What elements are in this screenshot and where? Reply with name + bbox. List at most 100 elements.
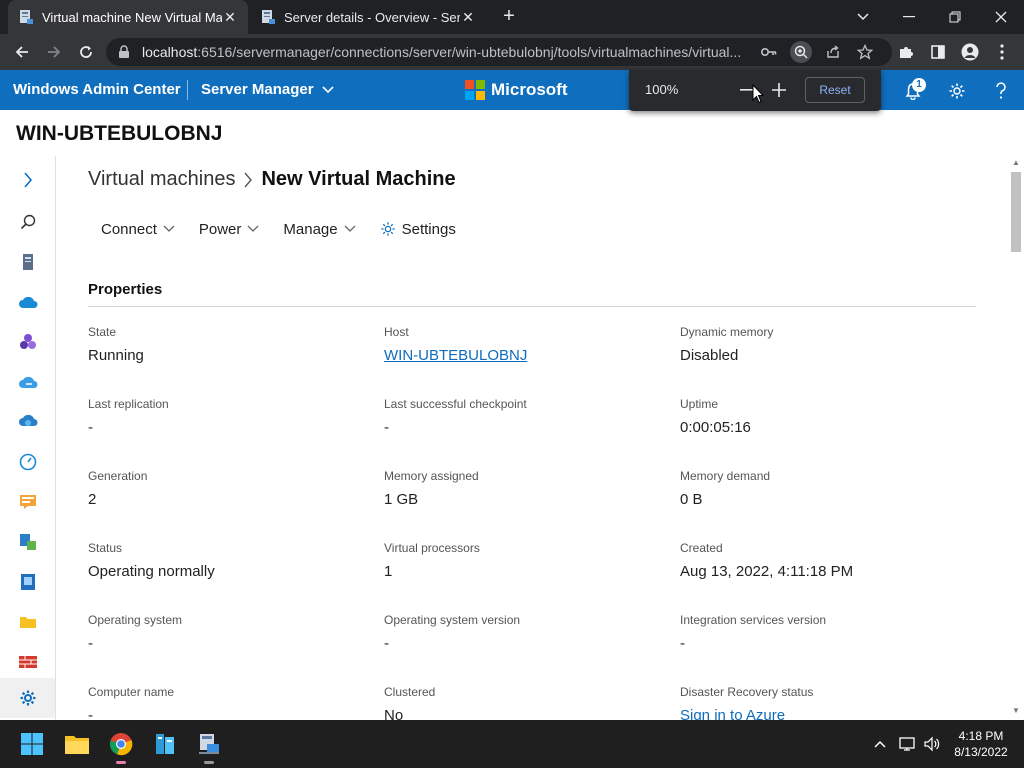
property-computer-name: Computer name - bbox=[88, 685, 175, 724]
breadcrumb-current: New Virtual Machine bbox=[261, 168, 456, 190]
tab-close-icon[interactable]: ✕ bbox=[460, 9, 476, 26]
close-window-button[interactable] bbox=[978, 0, 1024, 34]
server-manager-icon bbox=[156, 734, 174, 754]
browser-toolbar: localhost:6516/servermanager/connections… bbox=[0, 34, 1024, 70]
new-tab-button[interactable]: + bbox=[498, 5, 520, 27]
search-tools-icon[interactable] bbox=[18, 212, 38, 232]
power-label: Power bbox=[198, 220, 242, 238]
property-os-version: Operating system version - bbox=[384, 613, 521, 652]
page-favicon-icon bbox=[20, 10, 33, 24]
scroll-up-arrow-icon[interactable]: ▲ bbox=[1011, 158, 1021, 168]
server-manager-taskbar-button[interactable] bbox=[151, 730, 179, 758]
browser-tab-active[interactable]: Virtual machine New Virtual Mac ✕ bbox=[8, 0, 248, 34]
windows-admin-center-taskbar-button[interactable] bbox=[195, 730, 223, 764]
browser-tab-strip: Virtual machine New Virtual Mac ✕ Server… bbox=[0, 0, 1024, 34]
restore-button[interactable] bbox=[932, 0, 978, 34]
scroll-down-arrow-icon[interactable]: ▼ bbox=[1011, 706, 1021, 716]
properties-heading: Properties bbox=[88, 281, 163, 298]
settings-gear-icon bbox=[20, 690, 35, 706]
property-status: Status Operating normally bbox=[88, 541, 215, 580]
azure-backup-icon[interactable] bbox=[18, 292, 38, 312]
connect-menu-button[interactable]: Connect bbox=[101, 221, 175, 238]
settings-gear-icon[interactable] bbox=[946, 80, 968, 102]
property-memory-assigned: Memory assigned 1 GB bbox=[384, 469, 479, 508]
tool-switcher[interactable]: Server Manager bbox=[201, 81, 334, 98]
microsoft-logo-text: Microsoft bbox=[491, 80, 568, 99]
azure-security-center-icon[interactable] bbox=[18, 492, 38, 512]
backup-icon[interactable] bbox=[18, 572, 38, 592]
volume-icon[interactable] bbox=[922, 734, 942, 754]
breadcrumb: Virtual machines New Virtual Machine bbox=[88, 168, 456, 191]
folder-icon bbox=[65, 736, 89, 754]
profile-avatar-icon[interactable] bbox=[960, 42, 980, 62]
minimize-button[interactable] bbox=[886, 0, 932, 34]
property-virtual-processors: Virtual processors 1 bbox=[384, 541, 480, 580]
browser-tab[interactable]: Server details - Overview - Server ✕ bbox=[250, 0, 486, 34]
back-button[interactable] bbox=[10, 40, 34, 64]
reload-button[interactable] bbox=[74, 40, 98, 64]
settings-button[interactable]: Settings bbox=[380, 221, 456, 238]
server-overview-icon[interactable] bbox=[18, 252, 38, 272]
bookmark-star-icon[interactable] bbox=[854, 41, 876, 63]
share-icon[interactable] bbox=[822, 41, 844, 63]
side-panel-icon[interactable] bbox=[928, 42, 948, 62]
scrollbar-thumb[interactable] bbox=[1011, 172, 1021, 252]
extensions-puzzle-icon[interactable] bbox=[896, 42, 916, 62]
files-folder-icon[interactable] bbox=[18, 612, 38, 632]
firewall-icon[interactable] bbox=[18, 652, 38, 672]
chevron-down-icon bbox=[247, 225, 259, 232]
azure-monitor-icon[interactable] bbox=[18, 452, 38, 472]
active-app-indicator bbox=[116, 761, 126, 764]
azure-hybrid-center-icon[interactable] bbox=[18, 412, 38, 432]
azure-site-recovery-icon[interactable] bbox=[18, 532, 38, 552]
chrome-taskbar-button[interactable] bbox=[107, 730, 135, 764]
chevron-down-icon bbox=[163, 225, 175, 232]
manage-menu-button[interactable]: Manage bbox=[283, 221, 356, 238]
property-state: State Running bbox=[88, 325, 144, 364]
connect-label: Connect bbox=[101, 220, 157, 238]
help-icon[interactable] bbox=[990, 80, 1012, 102]
section-divider bbox=[88, 306, 976, 307]
zoom-in-button[interactable] bbox=[767, 78, 791, 102]
zoom-icon[interactable] bbox=[790, 41, 812, 63]
network-icon[interactable] bbox=[898, 734, 918, 754]
tab-search-chevron-icon[interactable] bbox=[840, 0, 886, 34]
property-generation: Generation 2 bbox=[88, 469, 148, 508]
breadcrumb-parent-link[interactable]: Virtual machines bbox=[88, 168, 235, 191]
property-host: Host WIN-UBTEBULOBNJ bbox=[384, 325, 664, 364]
chevron-down-icon bbox=[344, 225, 356, 232]
system-clock[interactable]: 4:18 PM 8/13/2022 bbox=[946, 728, 1016, 760]
address-bar[interactable]: localhost:6516/servermanager/connections… bbox=[106, 38, 892, 66]
property-last-replication: Last replication - bbox=[88, 397, 169, 436]
windows-logo-icon bbox=[21, 733, 43, 755]
admin-center-icon bbox=[199, 734, 219, 754]
settings-label: Settings bbox=[401, 220, 456, 238]
forward-button[interactable] bbox=[42, 40, 66, 64]
settings-nav-item[interactable] bbox=[0, 678, 55, 718]
start-button[interactable] bbox=[18, 730, 46, 758]
microsoft-logo-icon bbox=[465, 80, 485, 100]
azure-arc-icon[interactable] bbox=[18, 332, 38, 352]
vertical-scrollbar[interactable]: ▲ ▼ bbox=[1008, 156, 1024, 720]
property-dynamic-memory: Dynamic memory Disabled bbox=[680, 325, 774, 364]
azure-file-sync-icon[interactable] bbox=[18, 372, 38, 392]
property-memory-demand: Memory demand 0 B bbox=[680, 469, 771, 508]
key-icon[interactable] bbox=[758, 41, 780, 63]
tab-close-icon[interactable]: ✕ bbox=[222, 9, 238, 26]
zoom-reset-button[interactable]: Reset bbox=[805, 77, 865, 103]
show-hidden-icons-chevron-icon[interactable] bbox=[870, 734, 890, 754]
header-divider bbox=[187, 80, 188, 100]
chevron-down-icon bbox=[321, 85, 334, 93]
host-link[interactable]: WIN-UBTEBULOBNJ bbox=[384, 347, 664, 364]
tool-switcher-label: Server Manager bbox=[201, 81, 314, 98]
file-explorer-taskbar-button[interactable] bbox=[63, 730, 91, 758]
expand-sidebar-chevron-icon[interactable] bbox=[18, 170, 38, 190]
chevron-right-icon bbox=[244, 172, 253, 187]
power-menu-button[interactable]: Power bbox=[199, 221, 260, 238]
property-disaster-recovery: Disaster Recovery status Sign in to Azure bbox=[680, 685, 960, 724]
browser-menu-icon[interactable] bbox=[992, 42, 1012, 62]
app-brand[interactable]: Windows Admin Center bbox=[13, 81, 181, 98]
clock-date: 8/13/2022 bbox=[954, 745, 1008, 759]
property-integration-services: Integration services version - bbox=[680, 613, 827, 652]
page-favicon-icon bbox=[262, 10, 275, 24]
